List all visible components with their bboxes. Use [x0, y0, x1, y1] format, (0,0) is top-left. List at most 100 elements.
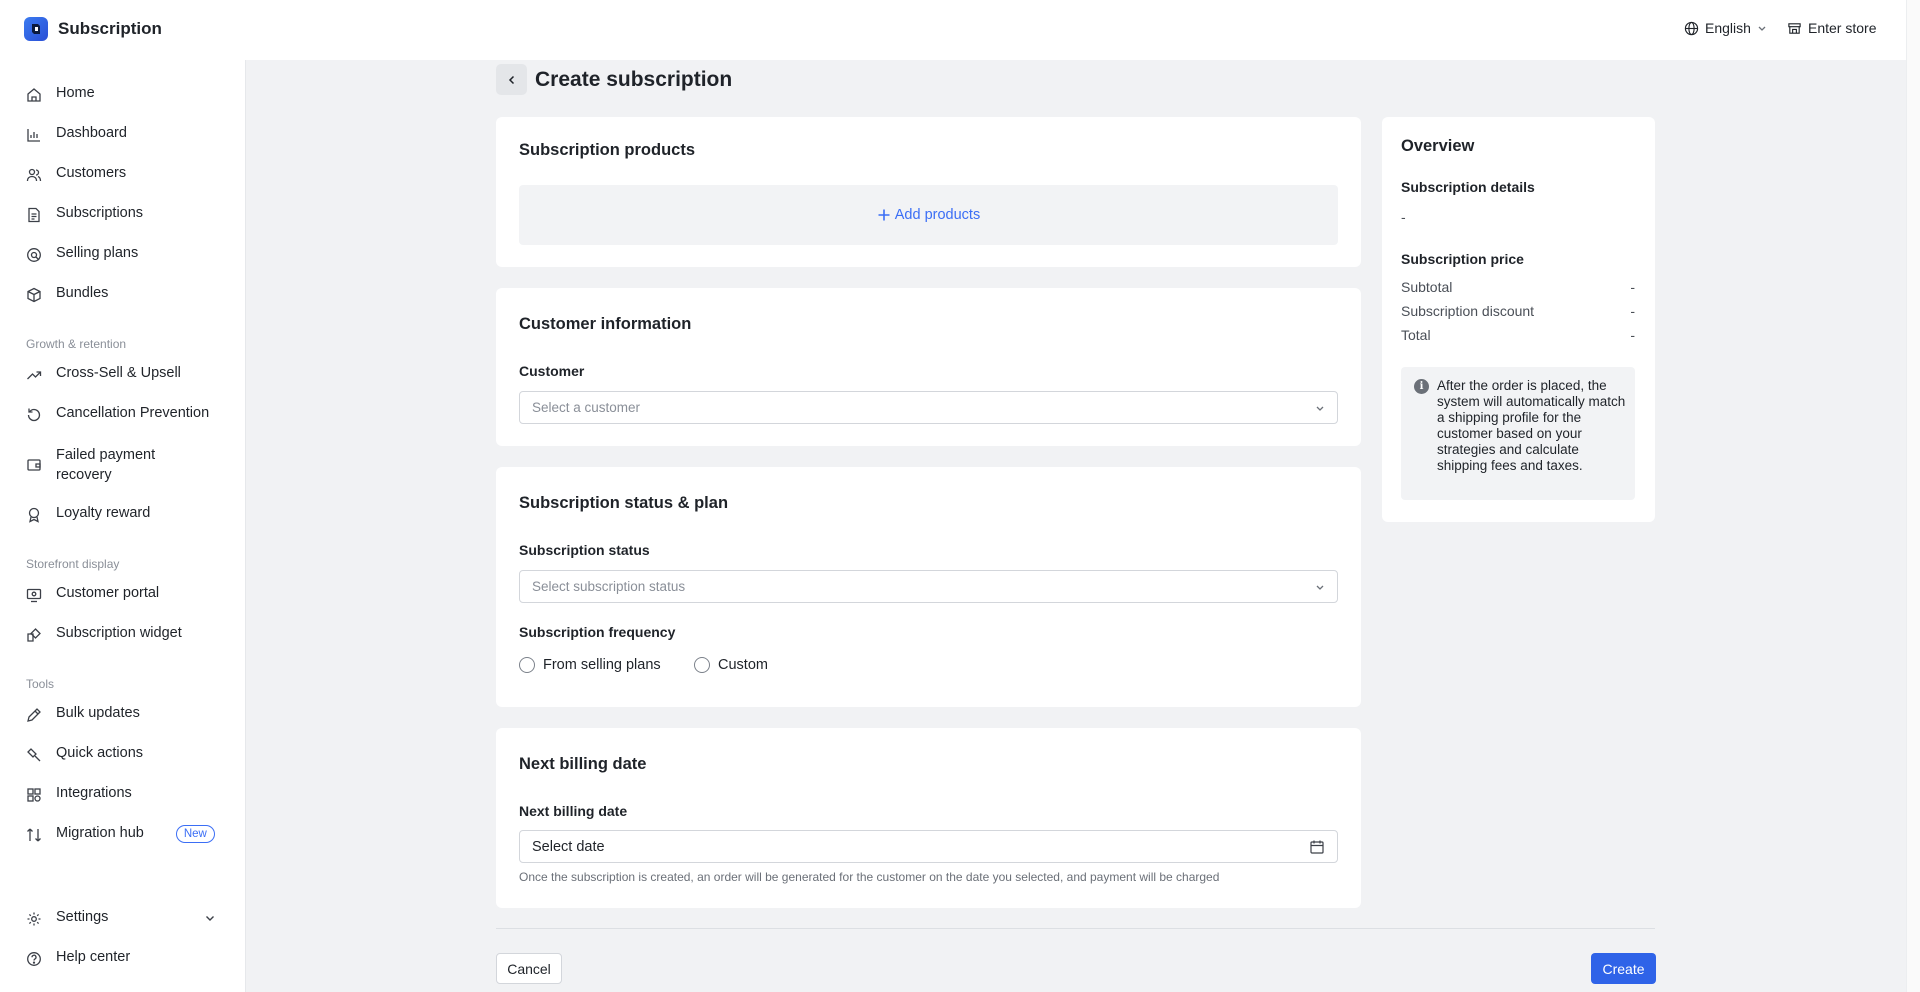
sidebar-item-selling-plans[interactable]: Selling plans [26, 245, 138, 263]
sidebar-item-integrations[interactable]: Integrations [26, 785, 132, 803]
language-label: English [1705, 20, 1751, 36]
cancel-button[interactable]: Cancel [496, 953, 562, 984]
radio-custom[interactable]: Custom [694, 657, 768, 673]
sidebar-item-failed-payment-recovery[interactable]: Failed payment recovery [26, 445, 155, 485]
sidebar-item-label-line1: Failed payment [56, 447, 156, 463]
sidebar-item-customers[interactable]: Customers [26, 165, 126, 183]
shipping-info-text: After the order is placed, the system wi… [1437, 378, 1626, 473]
overview-card: Overview Subscription details - Subscrip… [1382, 117, 1655, 522]
plus-icon [878, 209, 890, 221]
sidebar-item-label: Bundles [56, 285, 109, 301]
sidebar-item-label-line2: recovery [56, 467, 112, 483]
subscription-frequency-label: Subscription frequency [519, 624, 676, 640]
radio-circle [519, 657, 535, 673]
link-icon [27, 748, 41, 762]
section-label-tools: Tools [26, 677, 55, 691]
sidebar-item-label: Failed payment recovery [56, 445, 155, 485]
chevron-down-icon[interactable] [204, 912, 216, 924]
sidebar-item-label: Migration hub [56, 825, 144, 841]
enter-store-label: Enter store [1808, 20, 1877, 36]
info-icon: i [1414, 379, 1429, 394]
sidebar-item-label: Cancellation Prevention [56, 405, 210, 421]
widget-icon [27, 628, 41, 642]
sidebar-item-migration-hub[interactable]: Migration hub New [26, 825, 215, 843]
sidebar-item-loyalty-reward[interactable]: Loyalty reward [26, 505, 150, 523]
migration-icon [27, 828, 41, 842]
date-placeholder: Select date [532, 838, 605, 855]
customer-information-card: Customer information Customer Select a c… [496, 288, 1361, 446]
add-products-button[interactable]: Add products [519, 185, 1338, 245]
sidebar-item-label: Cross-Sell & Upsell [56, 365, 181, 381]
subscription-products-card: Subscription products Add products [496, 117, 1361, 267]
subscription-status-label: Subscription status [519, 542, 650, 558]
card-title: Subscription status & plan [519, 494, 729, 512]
sidebar-item-label: Customer portal [56, 585, 160, 601]
chevron-down-icon [1316, 585, 1324, 590]
price-row-total: Total - [1401, 327, 1635, 343]
page-title: Create subscription [535, 68, 733, 91]
sidebar-item-home[interactable]: Home [26, 85, 95, 103]
sidebar-item-quick-actions[interactable]: Quick actions [26, 745, 143, 763]
sidebar-item-dashboard[interactable]: Dashboard [26, 125, 127, 143]
card-title: Next billing date [519, 755, 647, 773]
enter-store-button[interactable]: Enter store [1787, 20, 1876, 36]
customer-select[interactable]: Select a customer [519, 391, 1338, 424]
sidebar-item-label: Loyalty reward [56, 505, 151, 521]
sidebar-item-bundles[interactable]: Bundles [26, 285, 108, 303]
sidebar-item-label: Help center [56, 949, 131, 965]
subscription-status-card: Subscription status & plan Subscription … [496, 467, 1361, 707]
document-icon [28, 207, 40, 223]
sidebar-item-label: Home [56, 85, 95, 101]
sidebar-item-help-center[interactable]: Help center [26, 949, 130, 967]
sidebar-item-subscription-widget[interactable]: Subscription widget [26, 625, 182, 643]
box-icon [27, 287, 41, 303]
language-selector[interactable]: English [1684, 20, 1767, 36]
sidebar-item-label: Customers [56, 165, 127, 181]
price-row-subtotal: Subtotal - [1401, 279, 1635, 295]
sidebar-item-label: Subscription widget [56, 625, 182, 641]
customer-field-label: Customer [519, 363, 585, 379]
sidebar-item-settings[interactable]: Settings [26, 909, 108, 927]
chart-icon [27, 129, 40, 142]
new-badge: New [175, 825, 215, 843]
selling-plan-icon [27, 248, 41, 262]
subscription-status-select[interactable]: Select subscription status [519, 570, 1338, 603]
sidebar-item-label: Subscriptions [56, 205, 144, 221]
trend-up-icon [27, 371, 42, 380]
help-icon [27, 952, 41, 966]
sidebar-item-label: Selling plans [56, 245, 139, 261]
radio-from-selling-plans[interactable]: From selling plans [519, 657, 661, 673]
users-icon [26, 168, 42, 182]
grid-icon [27, 788, 41, 802]
sidebar: Home Dashboard Customers Subscriptions S… [0, 60, 246, 992]
edit-icon [27, 708, 41, 722]
page-scrollbar[interactable] [1906, 0, 1920, 992]
sidebar-item-subscriptions[interactable]: Subscriptions [26, 205, 143, 223]
top-bar: Subscription English Enter store [0, 0, 1906, 60]
section-label-growth: Growth & retention [26, 337, 127, 351]
sidebar-item-customer-portal[interactable]: Customer portal [26, 585, 159, 603]
sidebar-item-label: Quick actions [56, 745, 144, 761]
price-row-value: - [1630, 303, 1635, 319]
refresh-icon [27, 408, 41, 422]
create-button[interactable]: Create [1591, 953, 1656, 984]
sidebar-item-cross-sell[interactable]: Cross-Sell & Upsell [26, 365, 181, 383]
sidebar-item-bulk-updates[interactable]: Bulk updates [26, 705, 140, 723]
sidebar-item-cancellation-prevention[interactable]: Cancellation Prevention [26, 405, 209, 423]
chevron-left-icon [508, 75, 514, 84]
price-row-value: - [1630, 279, 1635, 295]
add-products-label: Add products [894, 207, 981, 223]
home-icon [27, 88, 41, 102]
radio-circle [694, 657, 710, 673]
back-button[interactable] [496, 64, 527, 95]
globe-icon [1684, 21, 1699, 35]
next-billing-date-input[interactable]: Select date [519, 830, 1338, 863]
calendar-icon [1310, 840, 1324, 854]
subscription-details-label: Subscription details [1401, 179, 1535, 195]
chevron-down-icon [1316, 406, 1324, 411]
price-row-value: - [1630, 327, 1635, 343]
app-title: Subscription [58, 19, 162, 38]
card-title: Customer information [519, 315, 692, 333]
footer-divider [496, 928, 1655, 929]
section-label-storefront: Storefront display [26, 557, 120, 571]
